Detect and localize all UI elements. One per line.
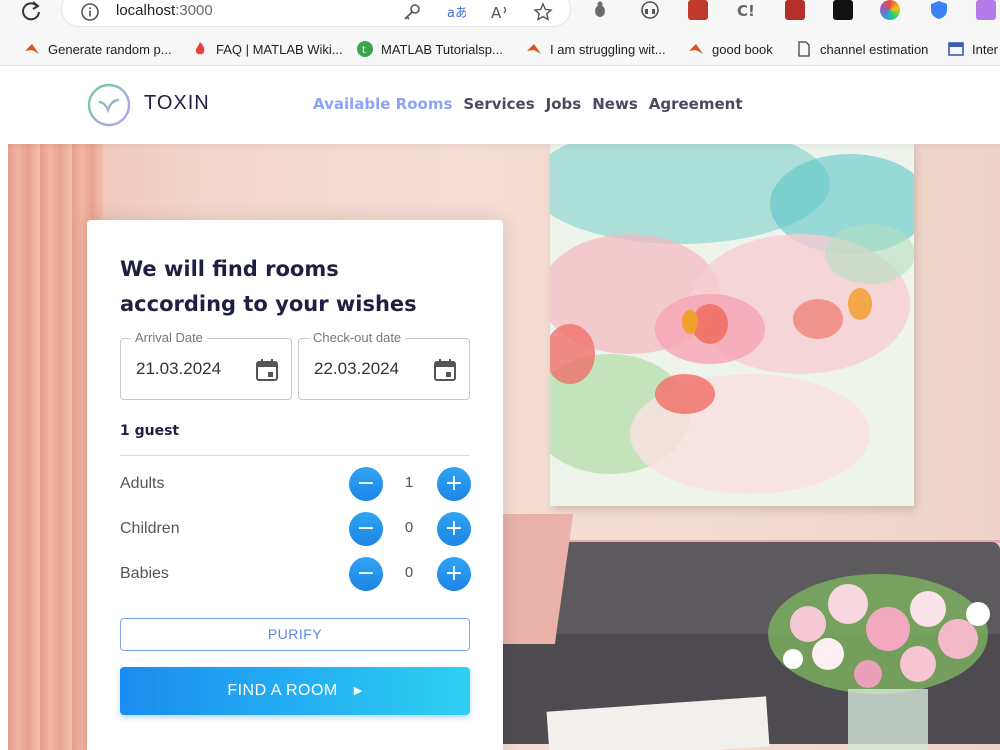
booking-title: We will find rooms according to your wis… bbox=[120, 257, 417, 316]
increase-button[interactable]: + bbox=[437, 467, 471, 501]
arrival-date-field[interactable]: Arrival Date 21.03.2024 bbox=[120, 330, 292, 400]
info-icon[interactable] bbox=[80, 2, 100, 22]
more-extension-icon[interactable] bbox=[976, 0, 996, 20]
book-extension-icon[interactable] bbox=[688, 0, 708, 20]
reload-icon[interactable] bbox=[20, 0, 42, 22]
nav-news[interactable]: News bbox=[592, 95, 638, 113]
checkout-date-value[interactable]: 22.03.2024 bbox=[314, 359, 399, 379]
web-page: TOXIN Available Rooms Services Jobs News… bbox=[8, 67, 1000, 750]
bookmark-item[interactable]: I am struggling wit... bbox=[526, 39, 666, 59]
arrival-date-label: Arrival Date bbox=[131, 330, 207, 345]
arrow-right-icon: ▶ bbox=[353, 685, 363, 697]
svg-text:C!: C! bbox=[737, 2, 755, 20]
guest-type-label: Adults bbox=[120, 475, 165, 492]
matlab-icon bbox=[25, 44, 39, 54]
nav-jobs[interactable]: Jobs bbox=[546, 95, 582, 113]
logo-icon[interactable] bbox=[87, 83, 131, 127]
guest-count: 0 bbox=[404, 519, 414, 536]
address-bar[interactable]: localhost:3000 aあ A bbox=[62, 0, 570, 26]
wall-painting bbox=[550, 144, 914, 506]
svg-text:aあ: aあ bbox=[447, 6, 466, 21]
arrival-date-value[interactable]: 21.03.2024 bbox=[136, 359, 221, 379]
decrease-button[interactable]: − bbox=[349, 557, 383, 591]
svg-text:A: A bbox=[491, 4, 502, 22]
web-icon bbox=[948, 42, 964, 56]
matlab-icon bbox=[689, 44, 703, 54]
nav-agreement[interactable]: Agreement bbox=[649, 95, 743, 113]
guests-divider bbox=[120, 455, 470, 456]
bookmarks-bar: Generate random p... FAQ | MATLAB Wiki..… bbox=[0, 30, 1000, 66]
document-icon bbox=[798, 41, 810, 57]
nav-services[interactable]: Services bbox=[463, 95, 534, 113]
translate-icon[interactable]: aあ bbox=[446, 2, 466, 22]
bookmark-item[interactable]: Inter bbox=[948, 39, 998, 59]
bookmark-item[interactable]: Generate random p... bbox=[24, 39, 172, 59]
nav-available-rooms[interactable]: Available Rooms bbox=[313, 95, 452, 113]
star-icon[interactable] bbox=[533, 2, 553, 22]
shield-extension-icon[interactable] bbox=[929, 0, 949, 20]
bookmark-item[interactable]: t MATLAB Tutorialsp... bbox=[357, 39, 503, 59]
color-picker-extension-icon[interactable] bbox=[880, 0, 900, 20]
svg-text:t: t bbox=[362, 45, 366, 56]
flame-icon bbox=[195, 42, 205, 55]
guest-count: 0 bbox=[404, 564, 414, 581]
guests-summary[interactable]: 1 guest bbox=[120, 423, 179, 439]
tutorialspoint-icon: t bbox=[357, 41, 373, 57]
bookmark-item[interactable]: channel estimation bbox=[796, 39, 928, 59]
guest-row-babies: Babies − 0 + bbox=[120, 557, 471, 593]
bookmark-item[interactable]: FAQ | MATLAB Wiki... bbox=[192, 39, 343, 59]
browser-toolbar: localhost:3000 aあ A C! bbox=[0, 0, 1000, 30]
guest-type-label: Babies bbox=[120, 565, 169, 582]
calendar-icon[interactable] bbox=[256, 358, 278, 382]
read-aloud-icon[interactable]: A bbox=[490, 2, 510, 22]
calendar-icon[interactable] bbox=[434, 358, 456, 382]
decrease-button[interactable]: − bbox=[349, 467, 383, 501]
find-room-label: FIND A ROOM bbox=[227, 682, 338, 699]
code-extension-icon[interactable]: C! bbox=[736, 0, 756, 20]
bug-extension-icon[interactable] bbox=[590, 0, 610, 20]
guest-row-children: Children − 0 + bbox=[120, 512, 471, 548]
guest-count: 1 bbox=[404, 474, 414, 491]
puzzle-extension-icon[interactable] bbox=[785, 0, 805, 20]
bookmark-item[interactable]: good book bbox=[688, 39, 773, 59]
booking-card: We will find rooms according to your wis… bbox=[87, 220, 503, 750]
checkout-date-field[interactable]: Check-out date 22.03.2024 bbox=[298, 330, 470, 400]
increase-button[interactable]: + bbox=[437, 557, 471, 591]
guest-type-label: Children bbox=[120, 520, 180, 537]
matlab-icon bbox=[527, 44, 541, 54]
increase-button[interactable]: + bbox=[437, 512, 471, 546]
site-header: TOXIN Available Rooms Services Jobs News… bbox=[8, 67, 1000, 144]
find-room-button[interactable]: FIND A ROOM ▶ bbox=[120, 667, 470, 715]
url-text[interactable]: localhost:3000 bbox=[116, 2, 213, 19]
headphones-extension-icon[interactable] bbox=[640, 0, 660, 20]
checkout-date-label: Check-out date bbox=[309, 330, 406, 345]
main-nav: Available Rooms Services Jobs News Agree… bbox=[313, 95, 743, 113]
purify-button[interactable]: PURIFY bbox=[120, 618, 470, 651]
key-icon[interactable] bbox=[402, 2, 422, 22]
brand-name[interactable]: TOXIN bbox=[144, 92, 210, 115]
openai-extension-icon[interactable] bbox=[833, 0, 853, 20]
guest-row-adults: Adults − 1 + bbox=[120, 467, 471, 503]
decrease-button[interactable]: − bbox=[349, 512, 383, 546]
flower-bouquet bbox=[768, 574, 990, 750]
